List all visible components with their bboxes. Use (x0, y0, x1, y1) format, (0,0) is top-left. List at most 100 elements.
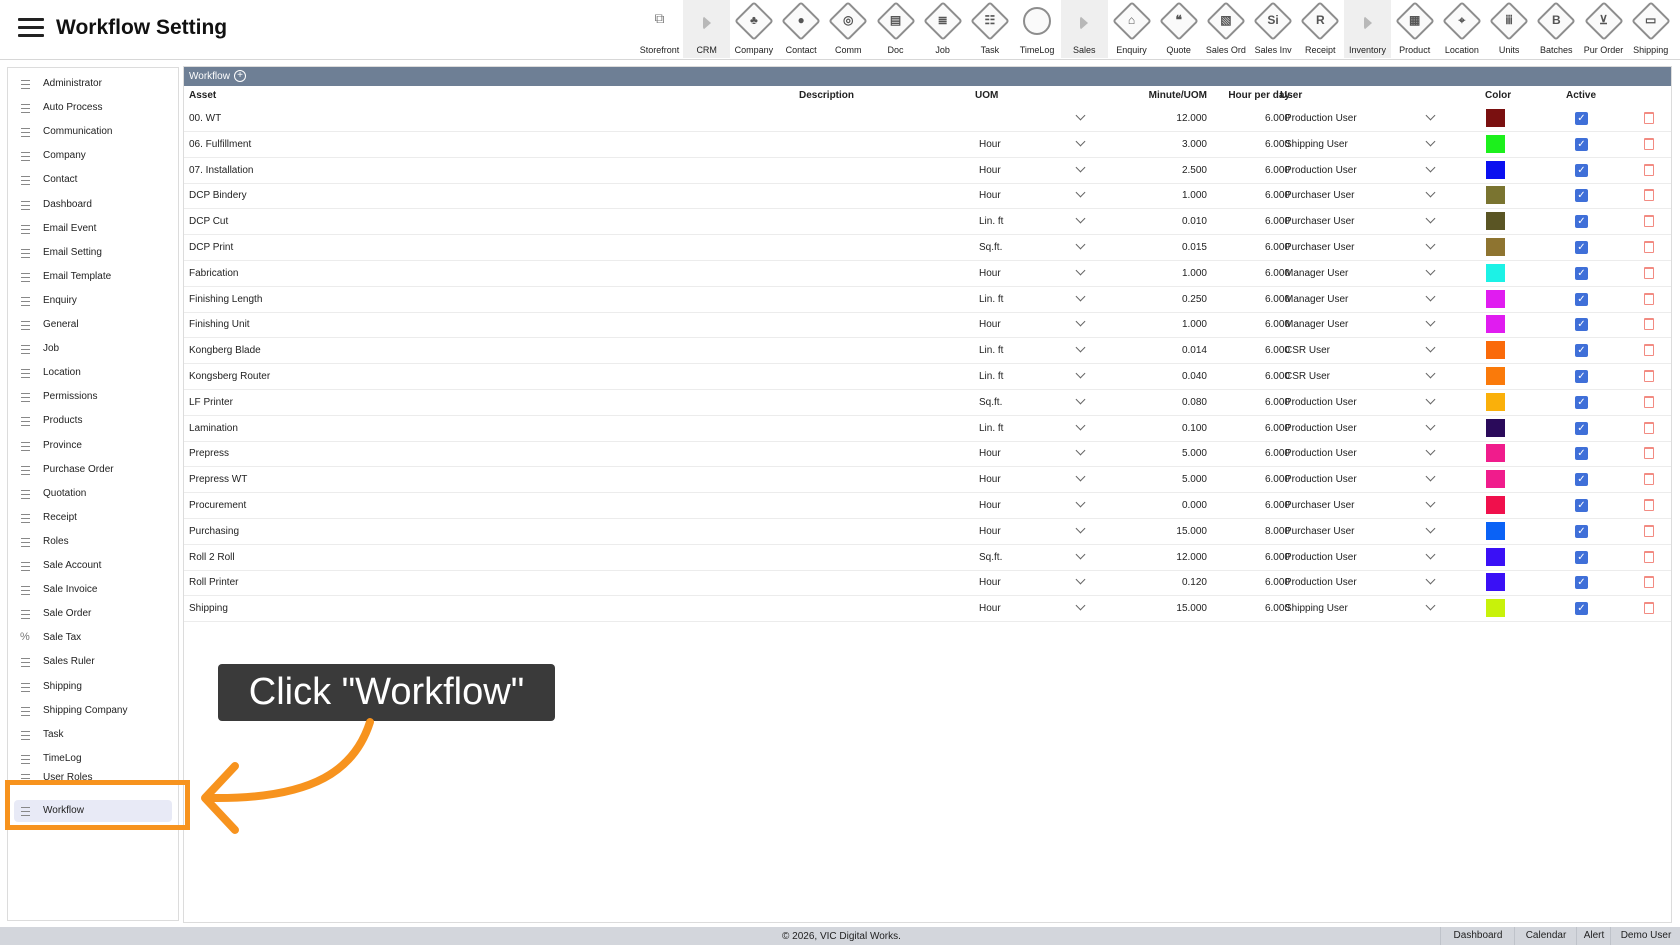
table-row[interactable]: Procurement Hour 0.000 6.000 Purchaser User ✓ (184, 493, 1671, 519)
sidebar-item-communication[interactable]: Communication (14, 121, 172, 143)
sidebar-item-products[interactable]: Products (14, 410, 172, 432)
active-checkbox[interactable]: ✓ (1575, 395, 1588, 409)
active-checkbox[interactable]: ✓ (1575, 550, 1588, 564)
table-row[interactable]: Roll Printer Hour 0.120 6.000 Production Use… (184, 570, 1671, 597)
delete-trash-icon[interactable] (1644, 241, 1654, 253)
table-row[interactable]: Prepress Hour 5.000 6.000 Production User ✓ (184, 441, 1671, 468)
user-dropdown-chevron-icon[interactable] (1425, 136, 1436, 147)
color-swatch[interactable] (1486, 212, 1505, 231)
table-row[interactable]: Purchasing Hour 15.000 8.000 Purchaser User ✓ (184, 519, 1671, 545)
active-checkbox[interactable]: ✓ (1575, 344, 1588, 358)
footer-link-calendar[interactable]: Calendar (1514, 927, 1577, 945)
active-checkbox[interactable]: ✓ (1575, 447, 1588, 461)
color-swatch[interactable] (1486, 315, 1505, 334)
sidebar-item-quotation[interactable]: Quotation (14, 483, 172, 505)
sidebar-item-shipping[interactable]: Shipping (14, 676, 172, 698)
color-swatch[interactable] (1486, 444, 1505, 463)
sidebar-item-receipt[interactable]: Receipt (14, 507, 172, 529)
uom-dropdown-chevron-icon[interactable] (1075, 471, 1086, 482)
footer-link-user[interactable]: Demo User (1610, 927, 1680, 945)
active-checkbox[interactable]: ✓ (1575, 473, 1588, 487)
table-row[interactable]: Kongberg Blade Lin. ft 0.014 6.000 CSR User ✓ (184, 338, 1671, 365)
delete-trash-icon[interactable] (1644, 473, 1654, 486)
sidebar-item-sale-invoice[interactable]: Sale Invoice (14, 579, 172, 601)
sidebar-item-purchase-order[interactable]: Purchase Order (14, 459, 172, 481)
add-workflow-icon[interactable]: + (234, 70, 246, 82)
table-row[interactable]: Lamination Lin. ft 0.100 6.000 Production Us… (184, 416, 1671, 442)
uom-dropdown-chevron-icon[interactable] (1075, 420, 1086, 431)
sidebar-item-company[interactable]: Company (14, 145, 172, 167)
user-dropdown-chevron-icon[interactable] (1425, 213, 1436, 224)
color-swatch[interactable] (1486, 367, 1505, 385)
uom-dropdown-chevron-icon[interactable] (1075, 239, 1086, 250)
sidebar-item-email-event[interactable]: Email Event (14, 218, 172, 240)
delete-trash-icon[interactable] (1644, 524, 1654, 537)
sidebar-item-administrator[interactable]: Administrator (14, 73, 172, 95)
delete-trash-icon[interactable] (1644, 499, 1654, 511)
color-swatch[interactable] (1486, 470, 1505, 489)
user-dropdown-chevron-icon[interactable] (1425, 445, 1436, 456)
delete-trash-icon[interactable] (1644, 318, 1654, 331)
uom-dropdown-chevron-icon[interactable] (1075, 213, 1086, 224)
color-swatch[interactable] (1486, 160, 1505, 179)
sidebar-item-sale-account[interactable]: Sale Account (14, 555, 172, 577)
toolbar-shipping[interactable]: ▭ Shipping (1627, 0, 1674, 58)
table-row[interactable]: 00. WT 12.000 6.000 Production User ✓ (184, 106, 1671, 132)
active-checkbox[interactable]: ✓ (1575, 524, 1588, 538)
sidebar-item-auto-process[interactable]: Auto Process (14, 97, 172, 119)
user-dropdown-chevron-icon[interactable] (1425, 394, 1436, 405)
delete-trash-icon[interactable] (1644, 215, 1654, 228)
uom-dropdown-chevron-icon[interactable] (1075, 394, 1086, 405)
sidebar-item-roles[interactable]: Roles (14, 531, 172, 553)
user-dropdown-chevron-icon[interactable] (1425, 316, 1436, 327)
sidebar-item-email-setting[interactable]: Email Setting (14, 242, 172, 264)
table-row[interactable]: Prepress WT Hour 5.000 6.000 Production User… (184, 467, 1671, 494)
footer-link-dashboard[interactable]: Dashboard (1440, 927, 1515, 945)
uom-dropdown-chevron-icon[interactable] (1075, 445, 1086, 456)
table-row[interactable]: Kongsberg Router Lin. ft 0.040 6.000 CSR Use… (184, 364, 1671, 390)
color-swatch[interactable] (1486, 289, 1505, 308)
color-swatch[interactable] (1486, 392, 1505, 411)
user-dropdown-chevron-icon[interactable] (1425, 110, 1436, 121)
active-checkbox[interactable]: ✓ (1575, 499, 1588, 512)
delete-trash-icon[interactable] (1644, 602, 1654, 615)
sidebar-item-general[interactable]: General (14, 314, 172, 336)
sidebar-item-sale-tax[interactable]: % Sale Tax (14, 627, 172, 649)
table-row[interactable]: DCP Print Sq.ft. 0.015 6.000 Purchaser User ✓ (184, 235, 1671, 261)
active-checkbox[interactable]: ✓ (1575, 421, 1588, 435)
sidebar-item-contact[interactable]: Contact (14, 169, 172, 191)
color-swatch[interactable] (1486, 573, 1505, 592)
sidebar-item-province[interactable]: Province (14, 435, 172, 457)
table-row[interactable]: DCP Cut Lin. ft 0.010 6.000 Purchaser User ✓ (184, 209, 1671, 236)
delete-trash-icon[interactable] (1644, 370, 1654, 382)
table-row[interactable]: Finishing Length Lin. ft 0.250 6.000 Manager… (184, 287, 1671, 313)
active-checkbox[interactable]: ✓ (1575, 292, 1588, 306)
user-dropdown-chevron-icon[interactable] (1425, 471, 1436, 482)
delete-trash-icon[interactable] (1644, 163, 1654, 176)
active-checkbox[interactable]: ✓ (1575, 602, 1588, 616)
active-checkbox[interactable]: ✓ (1575, 215, 1588, 229)
delete-trash-icon[interactable] (1644, 292, 1654, 305)
uom-dropdown-chevron-icon[interactable] (1075, 316, 1086, 327)
user-dropdown-chevron-icon[interactable] (1425, 549, 1436, 560)
uom-dropdown-chevron-icon[interactable] (1075, 162, 1086, 173)
table-row[interactable]: Finishing Unit Hour 1.000 6.000 Manager User… (184, 312, 1671, 339)
sidebar-item-sale-order[interactable]: Sale Order (14, 603, 172, 625)
active-checkbox[interactable]: ✓ (1575, 137, 1588, 151)
user-dropdown-chevron-icon[interactable] (1425, 368, 1436, 379)
user-dropdown-chevron-icon[interactable] (1425, 600, 1436, 611)
active-checkbox[interactable]: ✓ (1575, 576, 1588, 590)
color-swatch[interactable] (1486, 341, 1505, 360)
user-dropdown-chevron-icon[interactable] (1425, 523, 1436, 534)
user-dropdown-chevron-icon[interactable] (1425, 574, 1436, 585)
color-swatch[interactable] (1486, 547, 1505, 566)
sidebar-item-job[interactable]: Job (14, 338, 172, 360)
color-swatch[interactable] (1486, 134, 1505, 153)
user-dropdown-chevron-icon[interactable] (1425, 291, 1436, 302)
delete-trash-icon[interactable] (1644, 344, 1654, 357)
hamburger-menu-icon[interactable] (18, 18, 44, 38)
user-dropdown-chevron-icon[interactable] (1425, 420, 1436, 431)
active-checkbox[interactable]: ✓ (1575, 370, 1588, 383)
color-swatch[interactable] (1486, 521, 1505, 540)
active-checkbox[interactable]: ✓ (1575, 318, 1588, 332)
